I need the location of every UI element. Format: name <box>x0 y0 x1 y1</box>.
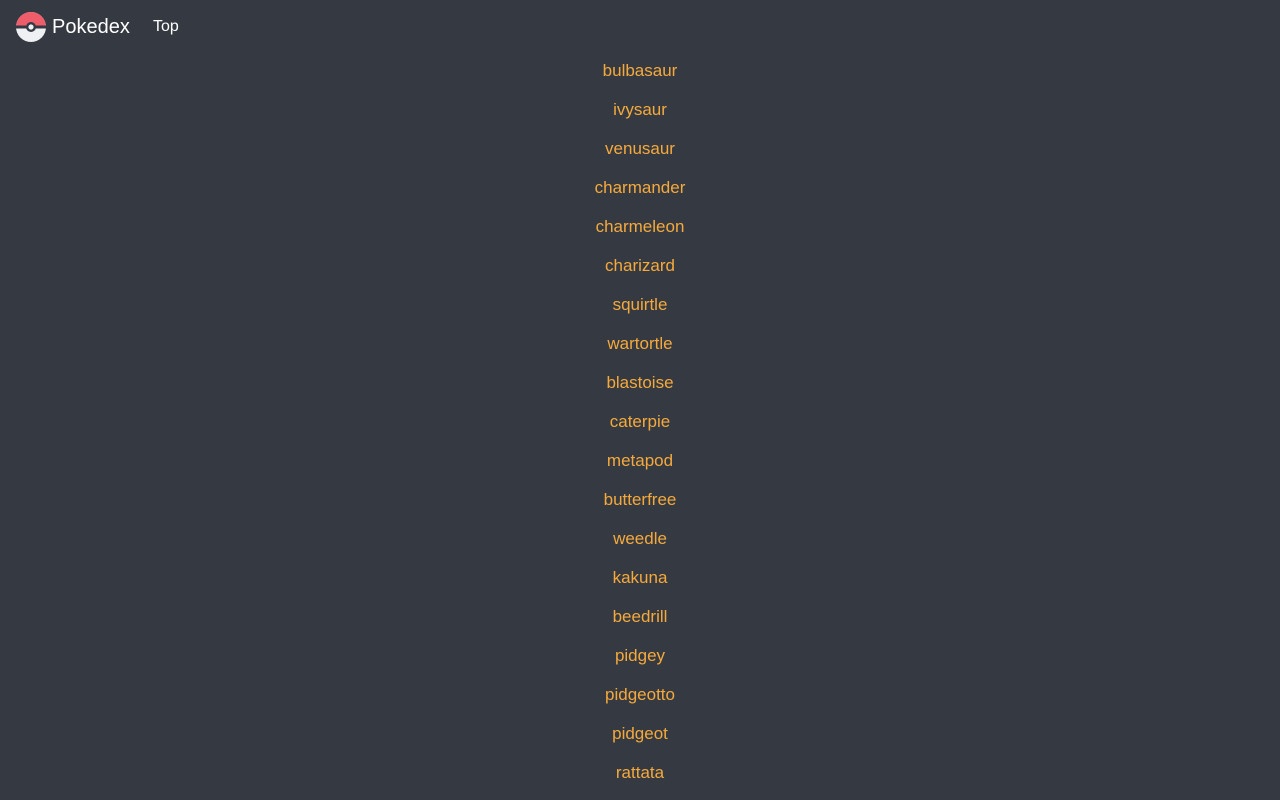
pokemon-link[interactable]: butterfree <box>604 490 677 510</box>
pokemon-link[interactable]: bulbasaur <box>603 61 678 81</box>
list-item: kakuna <box>0 558 1280 597</box>
pokemon-link[interactable]: blastoise <box>606 373 673 393</box>
list-item: beedrill <box>0 597 1280 636</box>
pokemon-link[interactable]: kakuna <box>613 568 668 588</box>
list-item: ivysaur <box>0 90 1280 129</box>
list-item: bulbasaur <box>0 51 1280 90</box>
brand-link[interactable]: Pokedex <box>16 12 130 42</box>
list-item: charmander <box>0 168 1280 207</box>
pokemon-link[interactable]: wartortle <box>607 334 672 354</box>
pokemon-link[interactable]: charizard <box>605 256 675 276</box>
nav-link-top[interactable]: Top <box>153 17 179 37</box>
list-item: metapod <box>0 441 1280 480</box>
list-item: rattata <box>0 753 1280 792</box>
pokemon-link[interactable]: beedrill <box>613 607 668 627</box>
pokemon-link[interactable]: metapod <box>607 451 673 471</box>
pokemon-link[interactable]: charmeleon <box>596 217 685 237</box>
pokeball-icon <box>16 12 46 42</box>
list-item: charizard <box>0 246 1280 285</box>
pokemon-link[interactable]: pidgey <box>615 646 665 666</box>
pokemon-link[interactable]: rattata <box>616 763 664 783</box>
list-item: charmeleon <box>0 207 1280 246</box>
list-item: venusaur <box>0 129 1280 168</box>
list-item: pidgeotto <box>0 675 1280 714</box>
list-item: pidgey <box>0 636 1280 675</box>
navbar: Pokedex Top <box>0 0 1280 55</box>
pokemon-link[interactable]: charmander <box>595 178 686 198</box>
list-item: butterfree <box>0 480 1280 519</box>
list-item: blastoise <box>0 363 1280 402</box>
pokemon-link[interactable]: pidgeotto <box>605 685 675 705</box>
list-item: squirtle <box>0 285 1280 324</box>
list-item: wartortle <box>0 324 1280 363</box>
pokemon-link[interactable]: ivysaur <box>613 100 667 120</box>
list-item: caterpie <box>0 402 1280 441</box>
pokemon-link[interactable]: pidgeot <box>612 724 668 744</box>
pokemon-link[interactable]: venusaur <box>605 139 675 159</box>
brand-title: Pokedex <box>52 16 130 38</box>
pokemon-list: bulbasaur ivysaur venusaur charmander charme… <box>0 51 1280 792</box>
pokemon-link[interactable]: squirtle <box>613 295 668 315</box>
list-item: pidgeot <box>0 714 1280 753</box>
list-item: weedle <box>0 519 1280 558</box>
pokemon-link[interactable]: caterpie <box>610 412 670 432</box>
pokemon-link[interactable]: weedle <box>613 529 667 549</box>
